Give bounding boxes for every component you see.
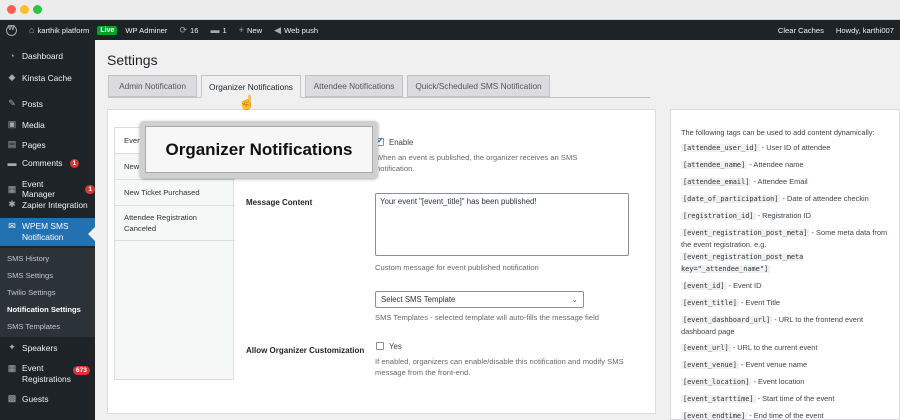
wp-adminer-link[interactable]: WP Adminer xyxy=(119,20,173,40)
sms-submenu: SMS History SMS Settings Twilio Settings… xyxy=(0,248,95,337)
tag-row: [registration_id] - Registration ID xyxy=(681,211,811,220)
site-name-link[interactable]: ⌂ karthik platform xyxy=(23,20,95,40)
tag-row: [event_location] - Event location xyxy=(681,377,805,386)
guests-icon: ▩ xyxy=(7,393,17,403)
updates-icon: ⟳ xyxy=(179,24,187,35)
tag-row: [attendee_name] - Attendee name xyxy=(681,160,804,169)
sidebar-item-comments[interactable]: ▬ Comments 1 xyxy=(0,158,95,168)
tags-intro: The following tags can be used to add co… xyxy=(681,128,875,137)
current-menu-arrow xyxy=(88,227,95,241)
admin-bar: ⌂karthik platform Live WP Adminer ⟳16 ▬1… xyxy=(0,20,900,40)
tag-row: [event_registration_post_meta] - Some me… xyxy=(681,228,888,249)
sidebar-item-posts[interactable]: ✎ Posts xyxy=(0,98,95,109)
comment-icon: ▬ xyxy=(210,24,220,35)
yes-label: Yes xyxy=(389,342,402,351)
sms-template-description: SMS Templates - selected template will a… xyxy=(375,313,599,322)
comments-badge: 1 xyxy=(69,158,80,168)
comments-link[interactable]: ▬ 1 xyxy=(204,20,232,40)
submenu-sms-history[interactable]: SMS History xyxy=(7,254,49,263)
enable-label: Enable xyxy=(389,138,414,147)
message-content-description: Custom message for event published notif… xyxy=(375,263,539,272)
sidebar-item-zapier[interactable]: ✱ Zapier Integration xyxy=(0,199,95,210)
submenu-sms-settings[interactable]: SMS Settings xyxy=(7,271,53,280)
new-content-link[interactable]: + New xyxy=(233,20,268,40)
plus-icon: + xyxy=(238,24,244,35)
sidebar-item-dashboard[interactable]: ◔ Dashboard xyxy=(0,51,95,61)
page-title: Settings xyxy=(107,52,158,68)
vtab-attendee-registration-canceled[interactable]: Attendee Registration Canceled xyxy=(115,206,235,241)
sidebar-item-event-manager[interactable]: ▦ Event Manager 1 xyxy=(0,179,95,199)
live-badge: Live xyxy=(95,20,119,40)
hand-cursor-icon: ☝ xyxy=(238,94,256,110)
close-window-button[interactable] xyxy=(7,5,16,14)
vtab-new-ticket-purchased[interactable]: New Ticket Purchased xyxy=(115,180,235,206)
submenu-sms-templates[interactable]: SMS Templates xyxy=(7,322,60,331)
admin-sidebar: ◔ Dashboard ◆ Kinsta Cache ✎ Posts ▣ Media ▤… xyxy=(0,40,95,420)
updates-link[interactable]: ⟳ 16 xyxy=(173,20,204,40)
registrations-icon: ▦ xyxy=(7,363,17,373)
allow-customization-description: If enabled, organizers can enable/disabl… xyxy=(375,357,624,377)
tabs-divider xyxy=(108,97,650,98)
updates-count: 16 xyxy=(189,25,199,35)
sidebar-item-media[interactable]: ▣ Media xyxy=(0,119,95,130)
sidebar-item-kinsta-cache[interactable]: ◆ Kinsta Cache xyxy=(0,72,95,83)
tag-row: [event_dashboard_url] - URL to the front… xyxy=(681,315,864,336)
tag-row: [event_endtime] - End time of the event xyxy=(681,411,824,420)
tag-row: [attendee_email] - Attendee Email xyxy=(681,177,808,186)
pages-icon: ▤ xyxy=(7,139,17,149)
registrations-badge: 673 xyxy=(73,366,90,375)
tag-row: [event_starttime] - Start time of the ev… xyxy=(681,394,835,403)
web-push-link[interactable]: ◀ Web push xyxy=(268,20,324,40)
tab-attendee-notifications[interactable]: Attendee Notifications xyxy=(305,75,403,97)
tag-row: [event_url] - URL to the current event xyxy=(681,343,818,352)
chevron-down-icon: ⌄ xyxy=(571,295,578,304)
media-icon: ▣ xyxy=(7,119,17,129)
tag-row: [event_registration_post_meta key="_atte… xyxy=(681,253,804,273)
clear-caches-link[interactable]: Clear Caches xyxy=(772,20,830,40)
tag-row: [event_venue] - Event venue name xyxy=(681,360,808,369)
pin-icon: ✎ xyxy=(8,98,16,108)
speakers-icon: ✦ xyxy=(8,342,16,352)
calendar-icon: ▦ xyxy=(7,183,17,194)
user-account-menu[interactable]: Howdy, karthi007 xyxy=(830,20,900,40)
megaphone-icon: ◀ xyxy=(274,24,282,35)
dashboard-icon: ◔ xyxy=(9,51,15,61)
submenu-notification-settings[interactable]: Notification Settings xyxy=(7,305,81,314)
zapier-icon: ✱ xyxy=(8,199,16,209)
wordpress-icon xyxy=(6,24,17,36)
maximize-window-button[interactable] xyxy=(33,5,42,14)
tags-help-panel: The following tags can be used to add co… xyxy=(670,109,900,420)
zoom-callout: Organizer Notifications xyxy=(140,121,378,178)
sidebar-item-wpem-sms-notification[interactable]: ✉ WPEM SMS Notification xyxy=(0,218,95,246)
tab-quick-scheduled-sms[interactable]: Quick/Scheduled SMS Notification xyxy=(407,75,550,97)
allow-customization-checkbox[interactable] xyxy=(376,342,384,350)
mail-icon: ✉ xyxy=(8,221,16,231)
tag-row: [date_of_participation] - Date of attend… xyxy=(681,194,869,203)
kinsta-icon: ◆ xyxy=(8,72,16,82)
sidebar-item-event-registrations[interactable]: ▦ Event Registrations 673 xyxy=(0,363,95,385)
message-content-label: Message Content xyxy=(246,198,313,207)
event-manager-badge: 1 xyxy=(85,184,95,194)
allow-customization-label: Allow Organizer Customization xyxy=(246,346,365,355)
home-icon: ⌂ xyxy=(29,24,35,35)
tag-row: [attendee_user_id] - User ID of attendee xyxy=(681,143,831,152)
message-content-textarea[interactable]: Your event "[event_title]" has been publ… xyxy=(375,193,629,256)
callout-label: Organizer Notifications xyxy=(145,126,373,173)
comments-count: 1 xyxy=(222,25,227,35)
enable-description: When an event is published, the organize… xyxy=(376,153,578,173)
sidebar-item-pages[interactable]: ▤ Pages xyxy=(0,139,95,150)
tag-row: [event_title] - Event Title xyxy=(681,298,781,307)
wordpress-logo-menu[interactable] xyxy=(0,20,23,40)
sms-template-select[interactable]: Select SMS Template ⌄ xyxy=(375,291,584,308)
sidebar-item-guests[interactable]: ▩ Guests xyxy=(0,393,95,404)
minimize-window-button[interactable] xyxy=(20,5,29,14)
tab-admin-notification[interactable]: Admin Notification xyxy=(108,75,197,97)
site-name: karthik platform xyxy=(37,25,90,35)
sidebar-item-speakers[interactable]: ✦ Speakers xyxy=(0,342,95,353)
comments-icon: ▬ xyxy=(7,158,17,168)
submenu-twilio-settings[interactable]: Twilio Settings xyxy=(7,288,56,297)
tag-row: [event_id] - Event ID xyxy=(681,281,762,290)
window-titlebar xyxy=(0,0,900,20)
